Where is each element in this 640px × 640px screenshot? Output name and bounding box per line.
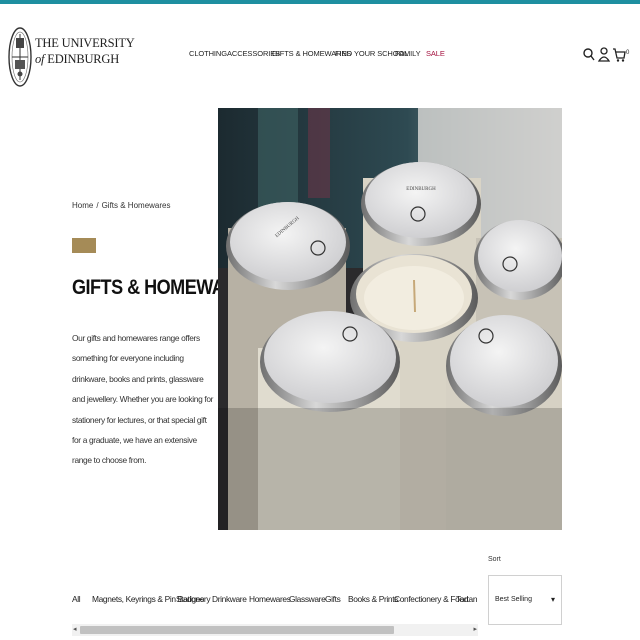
cart-count: 0 [626,50,630,56]
nav-item-sale[interactable]: SALE [426,49,445,58]
nav-item-family[interactable]: FAMILY [395,49,421,58]
breadcrumb-home[interactable]: Home [72,201,93,210]
filter-tartan[interactable]: Tartan & T [456,594,478,604]
filter-drinkware[interactable]: Drinkware [212,594,247,604]
chevron-down-icon: ▾ [550,595,555,604]
main-navigation: CLOTHING ACCESSORIES GIFTS & HOMEWARES F… [0,49,640,63]
sort-select[interactable]: Best Selling ▾ [488,575,562,625]
search-icon[interactable] [582,44,596,64]
top-accent-bar [0,0,640,4]
breadcrumb: Home / Gifts & Homewares [72,201,173,210]
cart-icon[interactable]: 0 [612,44,632,64]
scrollbar-thumb[interactable] [80,626,394,634]
filter-glassware[interactable]: Glassware [289,594,326,604]
page-intro-text: Our gifts and homewares range offers som… [72,333,214,466]
filter-homewares[interactable]: Homewares [249,594,291,604]
breadcrumb-current: Gifts & Homewares [101,201,171,210]
nav-item-clothing[interactable]: CLOTHING [189,49,227,58]
filter-stationery[interactable]: Stationery [176,594,211,604]
scroll-left-arrow-icon[interactable]: ◂ [73,625,77,633]
account-icon[interactable] [597,44,611,64]
category-filter-bar: All Magnets, Keyrings & Pin Badges Stati… [72,594,478,610]
filter-all[interactable]: All [72,594,81,604]
breadcrumb-separator: / [96,201,99,210]
sort-selected-value: Best Selling [495,596,532,603]
candle-label-2: EDINBURGH [406,187,436,192]
filter-gifts[interactable]: Gifts [325,594,341,604]
filter-books-prints[interactable]: Books & Prints [348,594,398,604]
filter-scrollbar[interactable]: ◂ ▸ [72,624,478,636]
scroll-right-arrow-icon[interactable]: ▸ [473,625,477,633]
hero-image: EDINBURGH EDINBURGH [218,108,562,530]
title-accent-bar [72,238,96,253]
sort-label: Sort [488,556,501,563]
